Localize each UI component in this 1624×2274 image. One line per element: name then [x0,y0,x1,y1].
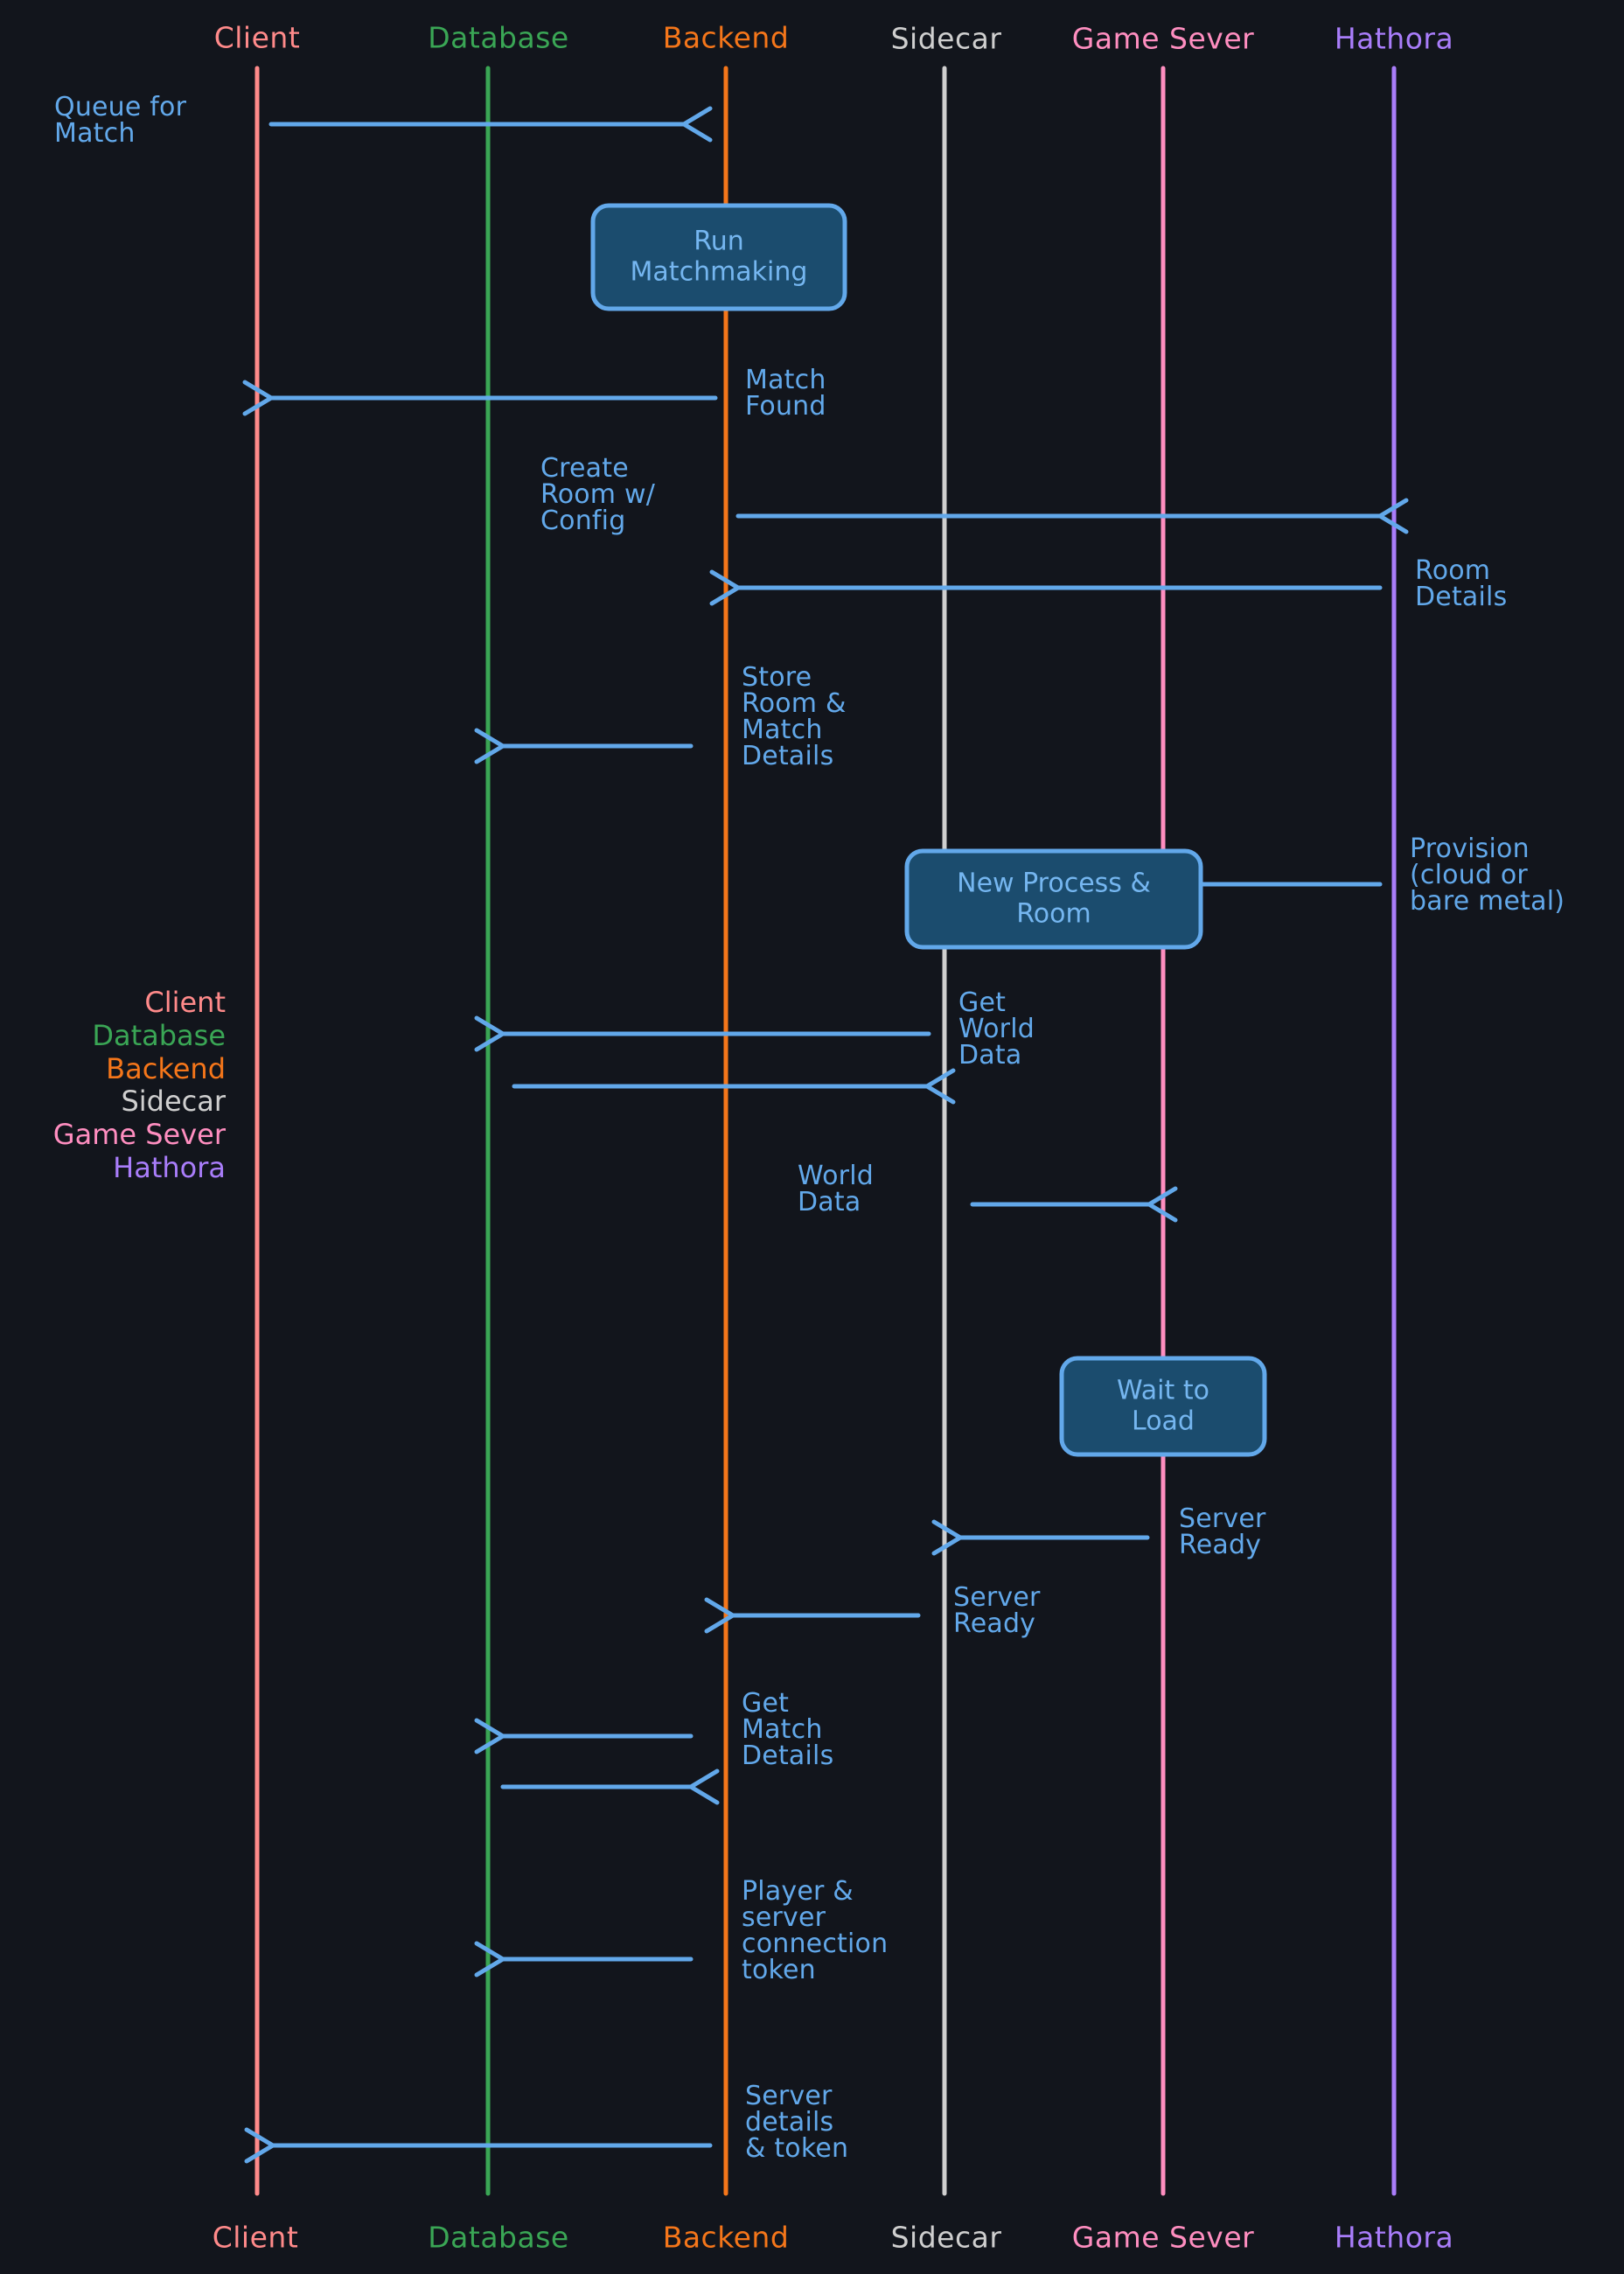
legend-item-database: Database [92,1018,226,1052]
legend-item-sidecar: Sidecar [121,1085,226,1119]
message-arrow-queue-for-match [268,106,713,143]
message-label-room-details: Room Details [1415,555,1508,612]
legend-item-backend: Backend [106,1051,226,1085]
arrowhead [244,2127,275,2164]
arrowhead [931,1519,963,1556]
note-box-run-matchmaking [590,203,847,311]
message-arrow-world-data [970,1186,1178,1223]
message-label-queue-for-match: Queue for Match [54,92,187,149]
legend-item-client: Client [144,986,226,1019]
message-arrow-create-room-with-config [735,498,1409,534]
legend-item-hathora: Hathora [113,1150,226,1184]
message-label-store-room-and-match-details: Store Room & Match Details [742,662,847,771]
legend-item-game-sever: Game Sever [52,1118,226,1151]
message-arrow-match-found [242,380,718,416]
message-arrow-get-world-data-request [474,1015,931,1052]
message-arrow-get-world-data-response [512,1068,956,1105]
arrowhead [704,1597,735,1634]
note-box-wait-to-load [1059,1356,1267,1457]
message-label-server-ready-to-backend: Server Ready [953,1582,1041,1639]
note-box-new-process-and-room [904,848,1203,950]
actor-color-legend: Client Database Backend Sidecar Game Sever Ha… [52,986,226,1185]
message-arrow-server-details-and-token [244,2127,713,2164]
message-label-get-match-details-request: Get Match Details [742,1688,834,1771]
message-arrow-player-and-server-connection-token [474,1941,694,1978]
message-arrow-get-match-details-request [474,1718,694,1754]
message-label-player-and-server-connection-token: Player & server connection token [742,1876,889,1985]
message-arrow-room-details [709,569,1383,606]
message-label-world-data: World Data [798,1161,874,1217]
message-label-create-room-with-config: Create Room w/ Config [540,453,656,536]
arrowhead [688,1768,720,1805]
message-label-server-details-and-token: Server details & token [745,2081,849,2164]
message-arrow-get-match-details-response [500,1768,720,1805]
message-label-match-found: Match Found [745,365,826,422]
sequence-diagram-canvas: Client Database Backend Sidecar Game Sever Ha… [0,0,1624,2274]
message-arrow-store-room-and-match-details [474,728,694,764]
arrowhead [924,1068,956,1105]
message-arrow-server-ready-to-sidecar [931,1519,1150,1556]
message-label-get-world-data-request: Get World Data [958,987,1035,1071]
message-label-provision: Provision (cloud or bare metal) [1410,834,1565,917]
message-label-server-ready-to-sidecar: Server Ready [1179,1503,1266,1560]
arrowhead [681,106,713,143]
message-arrow-provision [1171,866,1383,903]
message-arrow-server-ready-to-backend [704,1597,921,1634]
